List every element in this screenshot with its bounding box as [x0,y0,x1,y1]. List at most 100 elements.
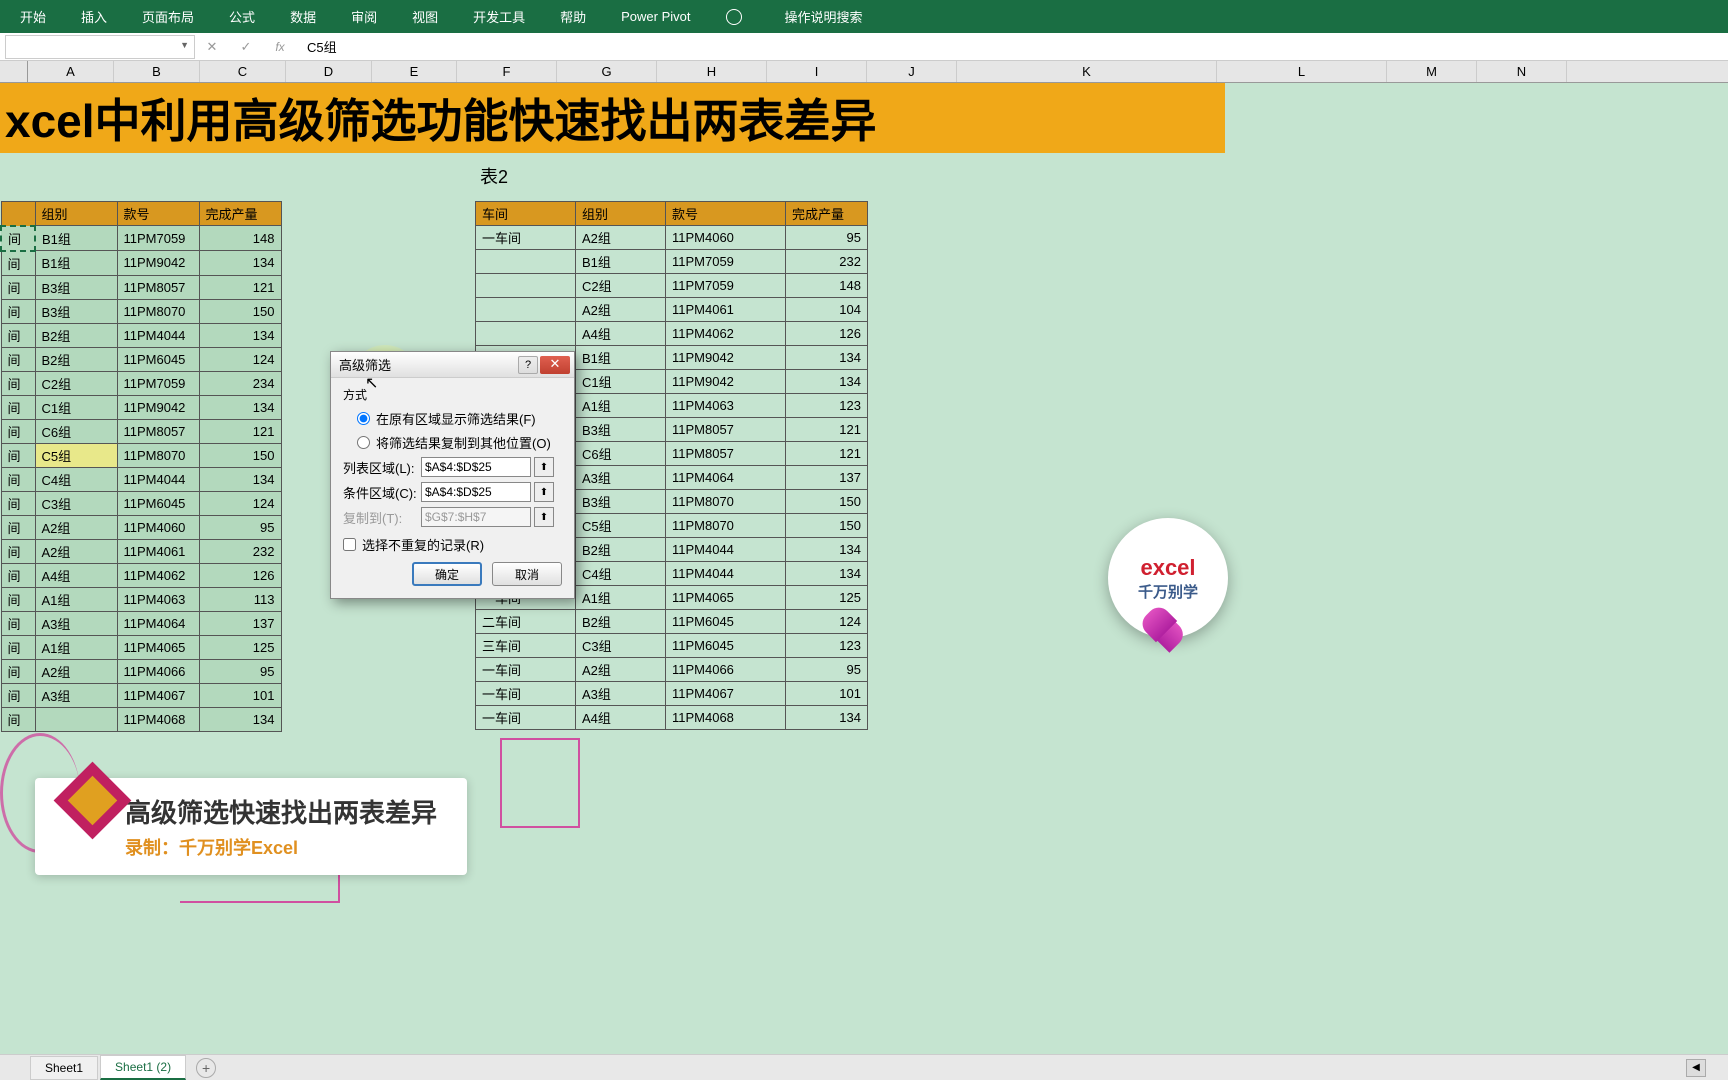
column-headers: ABCDEFGHIJKLMN [0,61,1728,83]
table-row[interactable]: 间C1组11PM9042134 [1,395,281,419]
method-label: 方式 [343,386,562,403]
fx-icon[interactable]: fx [268,35,292,59]
table-row[interactable]: A2组11PM4061104 [476,298,868,322]
col-header-N[interactable]: N [1477,61,1567,82]
table-row[interactable]: 一车间A2组11PM406695 [476,658,868,682]
ok-button[interactable]: 确定 [412,562,482,586]
col-header-H[interactable]: H [657,61,767,82]
table-row[interactable]: 间C6组11PM8057121 [1,419,281,443]
table-row[interactable]: 一车间A4组11PM4068134 [476,706,868,730]
col-header-J[interactable]: J [867,61,957,82]
sheet-tab-2[interactable]: Sheet1 (2) [100,1055,186,1080]
table-row[interactable]: 一车间A2组11PM406095 [476,226,868,250]
table-row[interactable]: 一车间A3组11PM4067101 [476,682,868,706]
table1-header-row: 组别 款号 完成产量 [1,202,281,226]
table-row[interactable]: B1组11PM7059232 [476,250,868,274]
list-range-input[interactable] [421,457,531,477]
title-banner: xcel中利用高级筛选功能快速找出两表差异 [0,83,1225,153]
tab-data[interactable]: 数据 [290,7,316,26]
tab-help[interactable]: 帮助 [560,7,586,26]
table-row[interactable]: 间A2组11PM4061232 [1,539,281,563]
heart-icon [1148,613,1188,653]
name-box[interactable] [5,35,195,59]
table-row[interactable]: 间A4组11PM4062126 [1,563,281,587]
select-all-corner[interactable] [0,61,28,82]
copy-to-input [421,507,531,527]
table-row[interactable]: 间11PM4068134 [1,707,281,731]
table1[interactable]: 组别 款号 完成产量 间B1组11PM7059148间B1组11PM904213… [0,201,282,732]
dialog-titlebar[interactable]: 高级筛选 ? ✕ [331,352,574,378]
table-row[interactable]: 间C4组11PM4044134 [1,467,281,491]
table-row[interactable]: 间C5组11PM8070150 [1,443,281,467]
tab-powerpivot[interactable]: Power Pivot [621,9,690,24]
table-row[interactable]: 间A3组11PM4067101 [1,683,281,707]
criteria-range-input[interactable] [421,482,531,502]
table-row[interactable]: 间C3组11PM6045124 [1,491,281,515]
sheet-tabs: Sheet1 Sheet1 (2) + ◀ [0,1054,1728,1080]
table-row[interactable]: 间A1组11PM4065125 [1,635,281,659]
scroll-right-button[interactable]: ◀ [1686,1059,1706,1077]
criteria-range-picker[interactable]: ⬆ [534,482,554,502]
sheet-tab-1[interactable]: Sheet1 [30,1056,98,1080]
tab-home[interactable]: 开始 [20,7,46,26]
lightbulb-icon [726,9,742,25]
tab-view[interactable]: 视图 [412,7,438,26]
table-row[interactable]: 间A1组11PM4063113 [1,587,281,611]
tell-me-search[interactable]: 操作说明搜索 [726,7,898,26]
radio-filter-inplace[interactable]: 在原有区域显示筛选结果(F) [357,409,562,428]
col-header-A[interactable]: A [28,61,114,82]
col-header-I[interactable]: I [767,61,867,82]
help-button[interactable]: ? [518,356,538,374]
enter-icon[interactable]: ✓ [234,35,258,59]
cancel-button[interactable]: 取消 [492,562,562,586]
copy-to-picker: ⬆ [534,507,554,527]
advanced-filter-dialog: 高级筛选 ? ✕ 方式 在原有区域显示筛选结果(F) 将筛选结果复制到其他位置(… [330,351,575,599]
table-row[interactable]: 间B3组11PM8057121 [1,275,281,299]
tab-review[interactable]: 审阅 [351,7,377,26]
col-header-K[interactable]: K [957,61,1217,82]
table-row[interactable]: 间B2组11PM6045124 [1,347,281,371]
unique-records-check[interactable]: 选择不重复的记录(R) [343,535,562,554]
page-title: xcel中利用高级筛选功能快速找出两表差异 [5,85,877,151]
hex-logo-icon [60,758,130,838]
col-header-D[interactable]: D [286,61,372,82]
table-row[interactable]: 间C2组11PM7059234 [1,371,281,395]
col-header-C[interactable]: C [200,61,286,82]
table-row[interactable]: 二车间B2组11PM6045124 [476,610,868,634]
table-row[interactable]: C2组11PM7059148 [476,274,868,298]
table-row[interactable]: 三车间C3组11PM6045123 [476,634,868,658]
col-header-L[interactable]: L [1217,61,1387,82]
criteria-range-label: 条件区域(C): [343,483,421,502]
tab-dev[interactable]: 开发工具 [473,7,525,26]
video-overlay-card: 高级筛选快速找出两表差异 录制：千万别学Excel [35,778,467,875]
table-row[interactable]: A4组11PM4062126 [476,322,868,346]
col-header-G[interactable]: G [557,61,657,82]
ribbon: 开始 插入 页面布局 公式 数据 审阅 视图 开发工具 帮助 Power Piv… [0,0,1728,33]
cancel-icon[interactable]: ✕ [200,35,224,59]
formula-input[interactable]: C5组 [297,35,1728,59]
table2-label: 表2 [480,163,508,189]
tab-layout[interactable]: 页面布局 [142,7,194,26]
table-row[interactable]: 间A3组11PM4064137 [1,611,281,635]
formula-bar: ✕ ✓ fx C5组 [0,33,1728,61]
table-row[interactable]: 间B1组11PM9042134 [1,251,281,276]
decoration-hex [500,738,580,828]
copy-to-label: 复制到(T): [343,508,421,527]
table-row[interactable]: 间B1组11PM7059148 [1,226,281,251]
table-row[interactable]: 间A2组11PM406095 [1,515,281,539]
table-row[interactable]: 间B3组11PM8070150 [1,299,281,323]
col-header-F[interactable]: F [457,61,557,82]
add-sheet-button[interactable]: + [196,1058,216,1078]
radio-copy-other[interactable]: 将筛选结果复制到其他位置(O) [357,433,562,452]
col-header-M[interactable]: M [1387,61,1477,82]
col-header-E[interactable]: E [372,61,457,82]
close-button[interactable]: ✕ [540,356,570,374]
table2-header-row: 车间 组别 款号 完成产量 [476,202,868,226]
tab-formulas[interactable]: 公式 [229,7,255,26]
tab-insert[interactable]: 插入 [81,7,107,26]
table-row[interactable]: 间B2组11PM4044134 [1,323,281,347]
list-range-picker[interactable]: ⬆ [534,457,554,477]
table-row[interactable]: 间A2组11PM406695 [1,659,281,683]
list-range-label: 列表区域(L): [343,458,421,477]
col-header-B[interactable]: B [114,61,200,82]
